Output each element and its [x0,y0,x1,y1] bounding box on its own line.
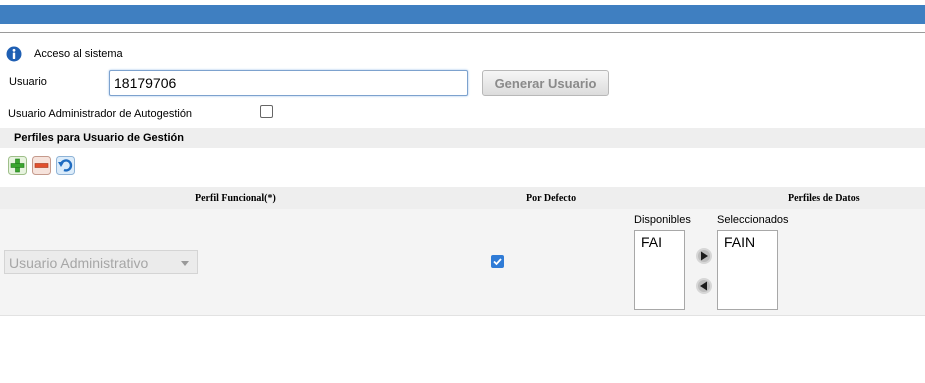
seleccionados-list[interactable]: FAIN [717,230,778,310]
move-right-icon[interactable] [695,247,713,265]
perfil-funcional-value: Usuario Administrativo [9,255,149,271]
add-icon[interactable] [8,156,27,175]
top-divider [0,32,925,33]
chevron-down-icon [181,261,189,266]
list-item[interactable]: FAI [641,234,684,250]
por-defecto-checkbox[interactable] [491,255,504,268]
column-por-defecto: Por Defecto [526,193,577,204]
disponibles-label: Disponibles [634,214,691,226]
profiles-table-header: Perfil Funcional(*) Por Defecto Perfiles… [0,187,925,209]
seleccionados-label: Seleccionados [717,214,789,226]
usuario-label: Usuario [9,76,47,88]
section-title: Acceso al sistema [34,48,123,60]
column-perfil-funcional: Perfil Funcional(*) [195,193,276,204]
usuario-input[interactable] [109,70,468,96]
admin-autogestion-checkbox[interactable] [260,105,273,118]
info-icon [6,46,22,62]
admin-autogestion-label: Usuario Administrador de Autogestión [8,108,193,120]
move-left-icon[interactable] [695,277,713,295]
perfil-funcional-select[interactable]: Usuario Administrativo [4,250,198,274]
disponibles-list[interactable]: FAI [634,230,685,310]
profiles-section-header: Perfiles para Usuario de Gestión [0,128,925,148]
undo-icon[interactable] [56,156,75,175]
profiles-section-title: Perfiles para Usuario de Gestión [14,132,184,144]
list-item[interactable]: FAIN [724,234,777,250]
remove-icon[interactable] [32,156,51,175]
top-bar [0,5,925,24]
generate-user-button[interactable]: Generar Usuario [482,70,609,96]
column-perfiles-datos: Perfiles de Datos [788,193,860,204]
